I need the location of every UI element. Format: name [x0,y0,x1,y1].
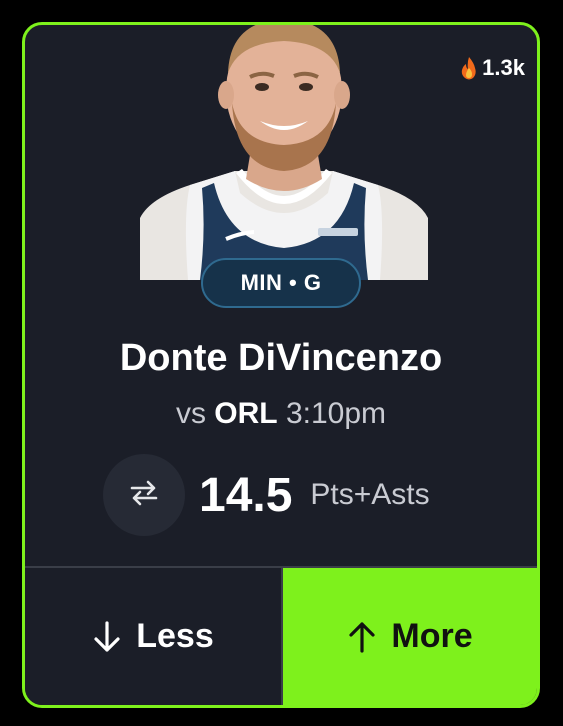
team-position-badge: MIN • G [201,258,361,308]
matchup-info: vs ORL 3:10pm [25,397,537,431]
game-time: 3:10pm [285,397,387,430]
line-value: 14.5 [199,468,293,522]
fire-icon [460,56,478,80]
less-button[interactable]: Less [25,568,283,705]
swap-button[interactable] [103,454,185,536]
opponent-team: ORL [214,397,278,430]
projection-line: 14.5 Pts+Asts [103,453,430,537]
arrow-up-icon [347,620,377,654]
popularity-count: 1.3k [460,55,525,81]
less-label: Less [136,617,214,655]
more-button[interactable]: More [283,568,537,705]
more-label: More [391,617,473,655]
pick-buttons: Less More [25,566,537,705]
matchup-prefix: vs [175,397,206,430]
player-prop-card: 1.3k MIN • G Donte DiVincenzo vs ORL 3:1… [22,22,540,708]
player-headshot [140,25,428,280]
popularity-value: 1.3k [482,55,525,80]
player-name: Donte DiVincenzo [119,337,443,379]
arrow-down-icon [92,620,122,654]
stat-type: Pts+Asts [310,478,430,511]
swap-arrows-icon [129,480,159,511]
